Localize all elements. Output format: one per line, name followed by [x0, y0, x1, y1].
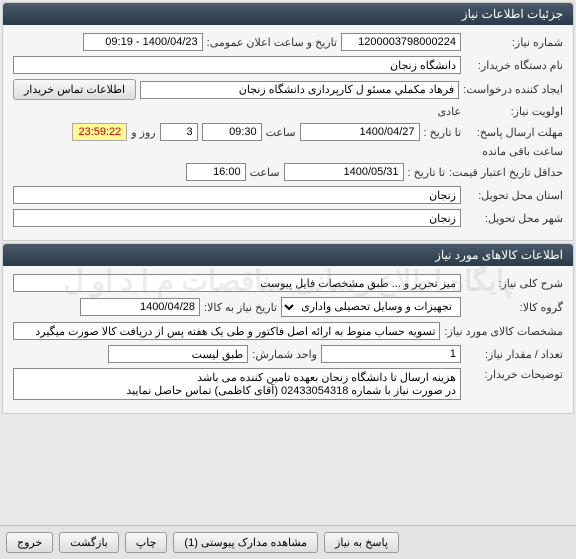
days-and-label: روز و — [131, 126, 155, 139]
need-info-panel: جزئیات اطلاعات نیاز شماره نیاز: تاریخ و … — [2, 2, 574, 241]
buyer-notes-label: توضیحات خریدار: — [465, 368, 563, 381]
remaining-days-input — [160, 123, 198, 141]
qty-label: تعداد / مقدار نیاز: — [465, 348, 563, 361]
delivery-province-input[interactable] — [13, 186, 461, 204]
need-number-input[interactable] — [341, 33, 461, 51]
remaining-label: ساعت باقی مانده — [482, 145, 563, 158]
back-button[interactable]: بازگشت — [59, 532, 119, 553]
min-validity-label: حداقل تاریخ اعتبار قیمت: — [449, 166, 563, 179]
requester-label: ایجاد کننده درخواست: — [463, 83, 563, 96]
need-info-header: جزئیات اطلاعات نیاز — [3, 3, 573, 25]
time-label-2: ساعت — [250, 166, 280, 179]
deadline-date-input[interactable] — [300, 123, 420, 141]
respond-button[interactable]: پاسخ به نیاز — [324, 532, 399, 553]
countdown-time: 23:59:22 — [72, 123, 127, 141]
exit-button[interactable]: خروج — [6, 532, 53, 553]
priority-label: اولویت نیاز: — [465, 105, 563, 118]
qty-input[interactable] — [321, 345, 461, 363]
item-date-label: تاریخ نیاز به کالا: — [204, 301, 277, 314]
time-label-1: ساعت — [266, 126, 296, 139]
print-button[interactable]: چاپ — [125, 532, 168, 553]
unit-input[interactable] — [108, 345, 248, 363]
delivery-city-label: شهر محل تحویل: — [465, 212, 563, 225]
validity-time-input[interactable] — [186, 163, 246, 181]
unit-label: واحد شمارش: — [252, 348, 317, 361]
desc-label: شرح کلی نیاز: — [465, 277, 563, 290]
buyer-org-label: نام دستگاه خریدار: — [465, 59, 563, 72]
items-info-header: اطلاعات کالاهای مورد نیاز — [3, 244, 573, 266]
group-label: گروه کالا: — [465, 301, 563, 314]
item-spec-input[interactable] — [13, 322, 440, 340]
announce-datetime-label: تاریخ و ساعت اعلان عمومی: — [207, 36, 337, 49]
delivery-province-label: استان محل تحویل: — [465, 189, 563, 202]
group-select[interactable]: تجهیزات و وسایل تحصیلی واداری — [281, 297, 461, 317]
buyer-contact-button[interactable]: اطلاعات تماس خریدار — [13, 79, 136, 100]
deadline-label: مهلت ارسال پاسخ: — [465, 126, 563, 139]
buyer-notes-textarea[interactable] — [13, 368, 461, 400]
announce-datetime-input[interactable] — [83, 33, 203, 51]
need-number-label: شماره نیاز: — [465, 36, 563, 49]
to-date-label-1: تا تاریخ : — [424, 126, 461, 139]
buyer-org-input[interactable] — [13, 56, 461, 74]
priority-value: عادی — [438, 105, 461, 118]
footer-toolbar: پاسخ به نیاز مشاهده مدارک پیوستی (1) چاپ… — [0, 525, 576, 559]
validity-date-input[interactable] — [284, 163, 404, 181]
deadline-time-input[interactable] — [202, 123, 262, 141]
to-date-label-2: تا تاریخ : — [408, 166, 445, 179]
item-date-input[interactable] — [80, 298, 200, 316]
delivery-city-input[interactable] — [13, 209, 461, 227]
requester-input[interactable] — [140, 81, 459, 99]
view-attachments-button[interactable]: مشاهده مدارک پیوستی (1) — [173, 532, 318, 553]
item-spec-label: مشخصات کالای مورد نیاز: — [444, 325, 563, 338]
items-info-panel: اطلاعات کالاهای مورد نیاز شرح کلی نیاز: … — [2, 243, 574, 414]
desc-input[interactable] — [13, 274, 461, 292]
